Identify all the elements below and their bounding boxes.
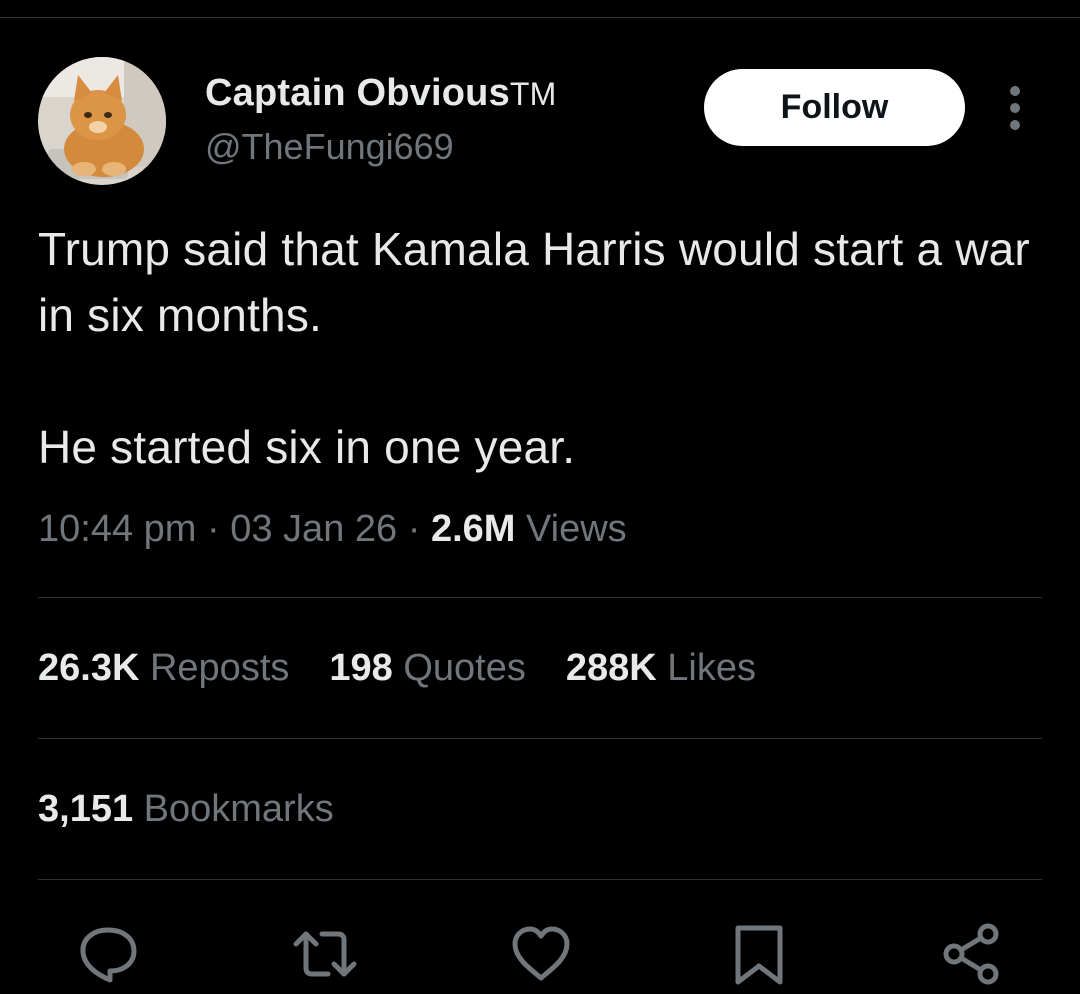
display-name-text: Captain Obvious (205, 72, 510, 114)
reposts-stat[interactable]: 26.3K Reposts (38, 647, 289, 690)
share-icon[interactable] (940, 922, 1004, 986)
quotes-count: 198 (329, 647, 393, 689)
reposts-count: 26.3K (38, 647, 140, 689)
repost-icon[interactable] (290, 922, 357, 986)
tweet-time[interactable]: 10:44 pm (38, 508, 196, 550)
bookmarks-stat: 3,151 Bookmarks (38, 788, 334, 831)
divider (38, 879, 1042, 880)
display-name[interactable]: Captain ObviousTM (205, 72, 557, 115)
reposts-label: Reposts (149, 647, 290, 689)
trademark-suffix: TM (509, 76, 557, 112)
tweet-paragraph: Trump said that Kamala Harris would star… (38, 223, 1030, 341)
likes-stat[interactable]: 288K Likes (566, 647, 756, 690)
divider (38, 738, 1042, 739)
engagement-stats: 26.3K Reposts 198 Quotes 288K Likes (38, 647, 756, 690)
divider (38, 597, 1042, 598)
meta-separator: · (407, 508, 421, 550)
avatar[interactable] (38, 57, 166, 185)
quotes-stat[interactable]: 198 Quotes (329, 647, 526, 690)
bookmarks-label: Bookmarks (143, 788, 334, 830)
more-options-icon[interactable] (1002, 84, 1028, 132)
meta-separator: · (207, 508, 220, 550)
views-label: Views (525, 508, 627, 550)
quotes-label: Quotes (403, 647, 526, 689)
user-handle[interactable]: @TheFungi669 (205, 126, 454, 168)
likes-label: Likes (667, 647, 756, 689)
tweet-meta: 10:44 pm · 03 Jan 26 · 2.6M Views (38, 508, 627, 551)
cat-avatar-image (38, 57, 166, 185)
like-icon[interactable] (509, 922, 573, 986)
likes-count: 288K (565, 647, 657, 689)
reply-icon[interactable] (76, 922, 140, 986)
bookmarks-count: 3,151 (38, 788, 134, 830)
bookmark-icon[interactable] (728, 922, 792, 986)
tweet-paragraph: He started six in one year. (38, 421, 576, 473)
follow-button[interactable]: Follow (704, 69, 965, 146)
tweet-date[interactable]: 03 Jan 26 (230, 508, 397, 550)
views-count: 2.6M (430, 508, 516, 550)
tweet-text: Trump said that Kamala Harris would star… (38, 216, 1050, 480)
top-divider (0, 17, 1080, 18)
